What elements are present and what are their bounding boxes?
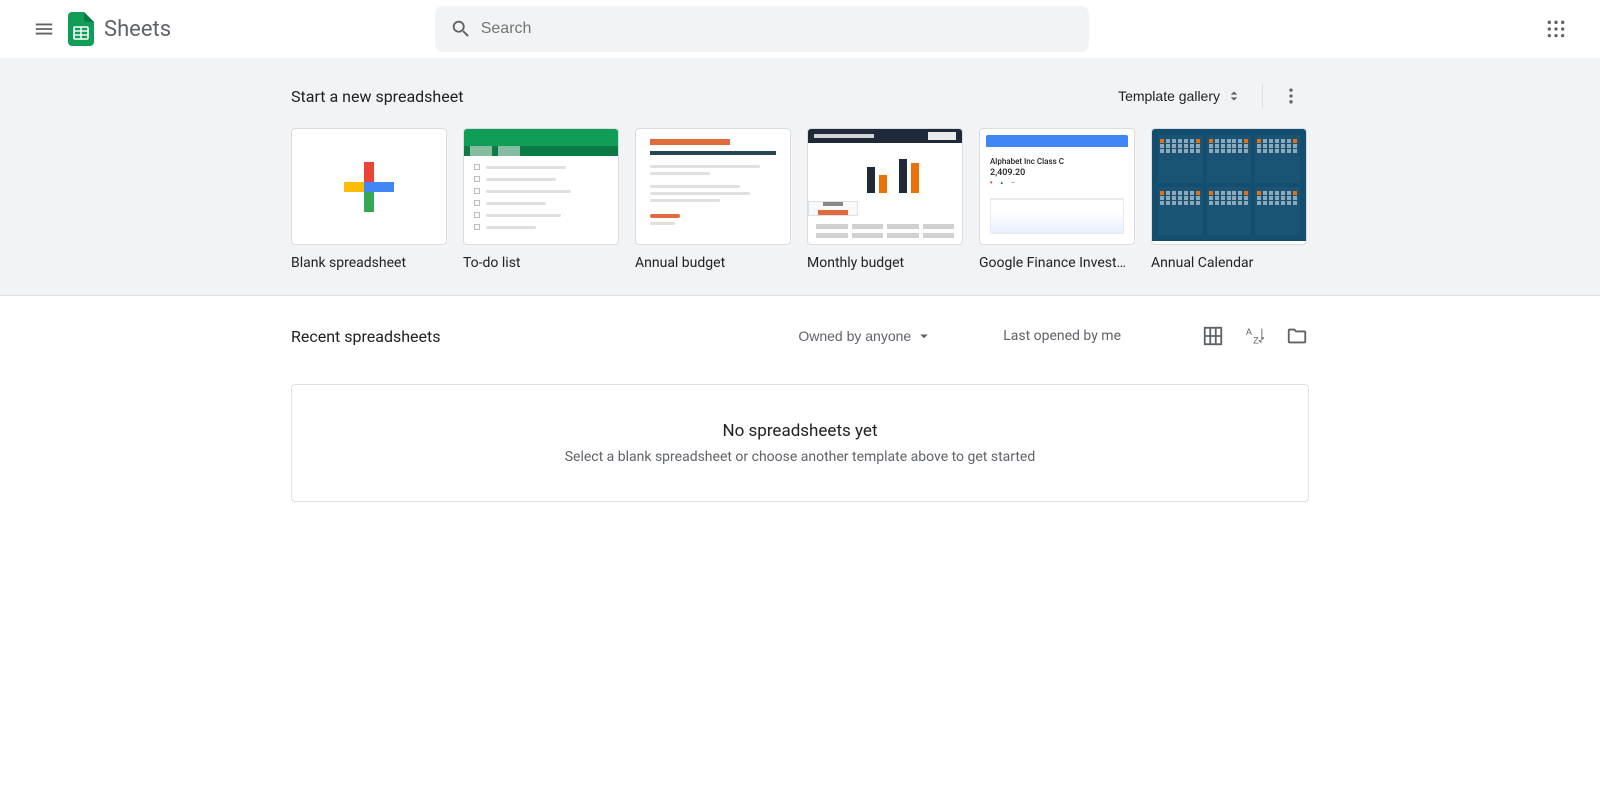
template-finance-thumb: Alphabet Inc Class C 2,409.20 ▾▴— <box>979 128 1135 245</box>
template-calendar-thumb <box>1151 128 1307 245</box>
sort-button[interactable]: AZ <box>1243 324 1267 348</box>
plus-multicolor-icon <box>342 160 396 214</box>
templates-more-button[interactable] <box>1273 78 1309 114</box>
template-blank[interactable]: Blank spreadsheet <box>291 128 447 271</box>
grid-view-button[interactable] <box>1201 324 1225 348</box>
google-apps-button[interactable] <box>1536 9 1576 49</box>
empty-subtitle: Select a blank spreadsheet or choose ano… <box>292 449 1308 465</box>
template-todo[interactable]: To-do list <box>463 128 619 271</box>
app-title: Sheets <box>104 17 171 42</box>
template-monthly-budget-thumb <box>807 128 963 245</box>
last-opened-label: Last opened by me <box>1003 328 1121 344</box>
template-gallery-label: Template gallery <box>1118 88 1220 104</box>
template-monthly-budget[interactable]: Monthly budget <box>807 128 963 271</box>
apps-grid-icon <box>1546 19 1566 39</box>
template-annual-budget[interactable]: Annual budget <box>635 128 791 271</box>
templates-heading: Start a new spreadsheet <box>291 87 463 106</box>
template-label: To-do list <box>463 255 619 271</box>
recent-header: Recent spreadsheets Owned by anyone Last… <box>291 316 1309 356</box>
template-label: Annual Calendar <box>1151 255 1307 271</box>
template-label: Google Finance Investment Tracker <box>979 255 1135 271</box>
open-picker-button[interactable] <box>1285 324 1309 348</box>
template-annual-budget-thumb <box>635 128 791 245</box>
svg-text:Z: Z <box>1253 335 1259 345</box>
folder-icon <box>1286 325 1308 347</box>
search-icon <box>450 18 472 40</box>
template-finance[interactable]: Alphabet Inc Class C 2,409.20 ▾▴— Google… <box>979 128 1135 271</box>
search-input[interactable] <box>481 20 1083 38</box>
owned-filter-button[interactable]: Owned by anyone <box>788 321 943 351</box>
search-button[interactable] <box>441 9 481 49</box>
templates-section: Start a new spreadsheet Template gallery <box>0 58 1600 296</box>
templates-header: Start a new spreadsheet Template gallery <box>291 78 1309 114</box>
arrow-drop-down-icon <box>915 327 933 345</box>
template-blank-thumb <box>291 128 447 245</box>
template-gallery-button[interactable]: Template gallery <box>1108 82 1252 110</box>
finance-preview-value: 2,409.20 <box>990 168 1124 178</box>
template-label: Monthly budget <box>807 255 963 271</box>
menu-icon <box>33 18 55 40</box>
more-vert-icon <box>1281 86 1301 106</box>
grid-view-icon <box>1202 325 1224 347</box>
template-label: Annual budget <box>635 255 791 271</box>
owned-filter-label: Owned by anyone <box>798 328 911 344</box>
recent-heading: Recent spreadsheets <box>291 327 441 346</box>
template-row: Blank spreadsheet To-do list <box>291 128 1309 271</box>
empty-title: No spreadsheets yet <box>292 421 1308 441</box>
main-menu-button[interactable] <box>24 9 64 49</box>
unfold-icon <box>1226 88 1242 104</box>
recent-section: Recent spreadsheets Owned by anyone Last… <box>0 296 1600 542</box>
divider <box>1262 84 1263 108</box>
empty-state: No spreadsheets yet Select a blank sprea… <box>291 384 1309 502</box>
view-tools: AZ <box>1201 324 1309 348</box>
search-bar[interactable] <box>435 6 1089 52</box>
app-logo-group[interactable]: Sheets <box>68 12 171 46</box>
sort-az-icon: AZ <box>1244 325 1266 347</box>
template-todo-thumb <box>463 128 619 245</box>
app-header: Sheets <box>0 0 1600 58</box>
template-calendar[interactable]: Annual Calendar <box>1151 128 1307 271</box>
template-label: Blank spreadsheet <box>291 255 447 271</box>
sheets-logo-icon <box>68 12 94 46</box>
svg-text:A: A <box>1246 327 1253 337</box>
finance-preview-name: Alphabet Inc Class C <box>990 157 1124 166</box>
